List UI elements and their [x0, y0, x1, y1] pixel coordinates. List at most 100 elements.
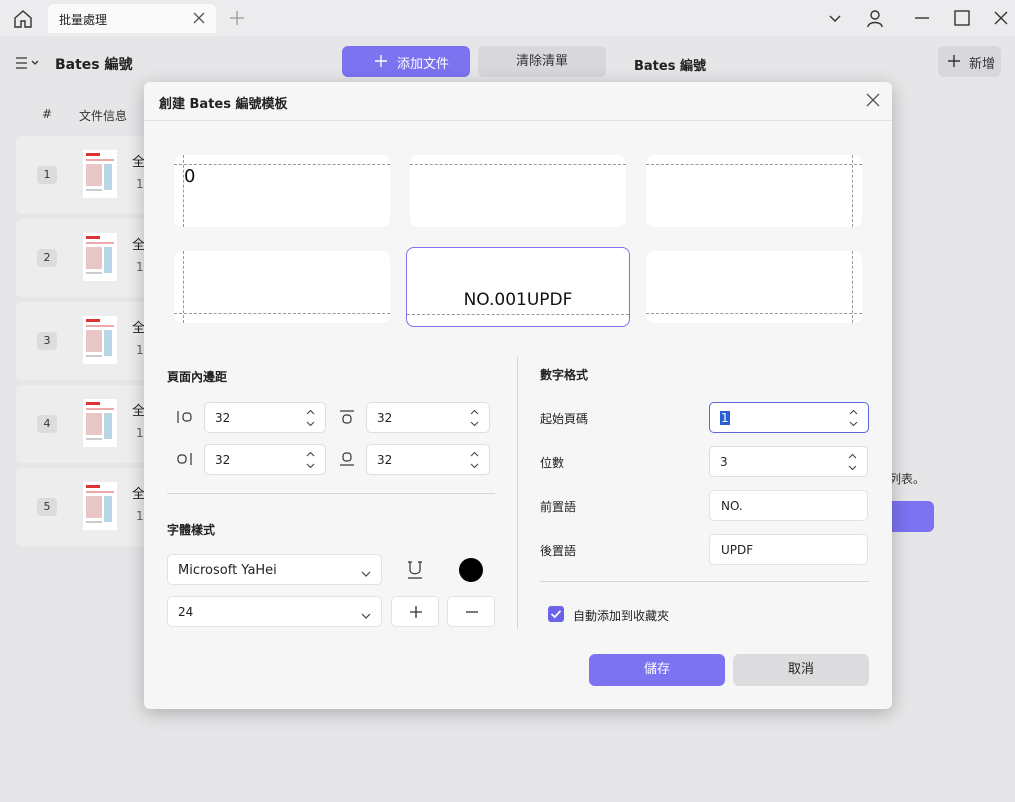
margin-right-value: 32: [215, 453, 231, 467]
close-icon[interactable]: [866, 93, 880, 107]
margin-bottom-value: 32: [377, 453, 393, 467]
margin-left-icon: [177, 410, 193, 424]
file-thumbnail: [83, 482, 117, 530]
file-thumbnail: [83, 399, 117, 447]
suffix-label: 後置語: [540, 544, 577, 558]
underline-icon[interactable]: [406, 560, 424, 580]
clear-list-button[interactable]: 清除清單: [478, 46, 606, 77]
add-files-button[interactable]: 添加文件: [342, 46, 470, 77]
new-template-button[interactable]: 新增: [938, 46, 1001, 77]
divider: [540, 581, 869, 582]
start-page-stepper[interactable]: 1: [709, 402, 869, 433]
row-index: 4: [37, 415, 57, 433]
margin-left-value: 32: [215, 411, 231, 425]
position-bottom-left[interactable]: [174, 251, 390, 323]
auto-add-label: 自動添加到收藏夾: [573, 609, 670, 623]
stepper-arrows-icon[interactable]: [306, 408, 315, 428]
divider: [517, 357, 518, 629]
margin-right-icon: [177, 452, 193, 466]
row-index: 5: [37, 498, 57, 516]
new-template-label: 新增: [969, 57, 996, 72]
preview-bottom-center-text: NO.001UPDF: [463, 290, 573, 310]
file-pages: 1: [136, 343, 144, 357]
tab-close-icon[interactable]: [192, 11, 206, 25]
minus-icon: [466, 611, 478, 613]
cancel-button[interactable]: 取消: [733, 654, 869, 686]
stepper-arrows-icon[interactable]: [470, 450, 479, 470]
suffix-value: UPDF: [721, 543, 754, 557]
stepper-arrows-icon[interactable]: [306, 450, 315, 470]
file-thumbnail: [83, 150, 117, 198]
tab-batch[interactable]: 批量處理: [48, 4, 216, 33]
account-icon[interactable]: [865, 8, 885, 28]
prefix-value: NO.: [721, 499, 743, 513]
menu-icon[interactable]: [15, 55, 41, 71]
create-bates-template-dialog: 創建 Bates 編號模板 0 NO.001UPDF 頁面內邊距 32 32 3…: [144, 82, 892, 709]
row-index: 2: [37, 249, 57, 267]
plus-icon: [374, 54, 388, 68]
panel-title: Bates 編號: [55, 57, 133, 73]
panel-title: Bates 編號: [634, 59, 706, 74]
margin-left-stepper[interactable]: 32: [204, 402, 326, 433]
file-pages: 1: [136, 177, 144, 191]
checkmark-icon: [550, 610, 562, 619]
close-window-icon[interactable]: [991, 8, 1011, 28]
increase-font-button[interactable]: [391, 596, 439, 627]
number-format-section-label: 數字格式: [540, 368, 589, 382]
digits-stepper[interactable]: 3: [709, 446, 868, 477]
prefix-input[interactable]: NO.: [709, 490, 868, 521]
file-thumbnail: [83, 233, 117, 281]
font-style-section-label: 字體樣式: [167, 523, 216, 537]
minimize-icon[interactable]: [912, 8, 932, 28]
divider: [144, 120, 892, 121]
file-pages: 1: [136, 260, 144, 274]
digits-value: 3: [720, 455, 728, 469]
margin-top-stepper[interactable]: 32: [366, 402, 490, 433]
column-info-header: 文件信息: [79, 109, 128, 123]
dialog-title: 創建 Bates 編號模板: [159, 97, 288, 112]
start-page-value: 1: [720, 411, 730, 425]
file-pages: 1: [136, 509, 144, 523]
position-top-left[interactable]: 0: [174, 155, 390, 227]
auto-add-checkbox[interactable]: [548, 606, 564, 622]
file-pages: 1: [136, 426, 144, 440]
chevron-down-icon: [361, 567, 371, 577]
stepper-arrows-icon[interactable]: [470, 408, 479, 428]
font-color-swatch[interactable]: [459, 558, 483, 582]
divider: [167, 493, 495, 494]
position-top-right[interactable]: [646, 155, 862, 227]
row-index: 3: [37, 332, 57, 350]
margin-bottom-stepper[interactable]: 32: [366, 444, 490, 475]
chevron-down-icon[interactable]: [825, 8, 845, 28]
suffix-input[interactable]: UPDF: [709, 534, 868, 565]
start-page-label: 起始頁碼: [540, 412, 589, 426]
file-thumbnail: [83, 316, 117, 364]
home-icon[interactable]: [12, 8, 34, 30]
digits-label: 位數: [540, 456, 565, 470]
decrease-font-button[interactable]: [447, 596, 495, 627]
prefix-label: 前置語: [540, 500, 577, 514]
font-family-value: Microsoft YaHei: [178, 563, 277, 578]
empty-hint-text: 列表。: [889, 472, 926, 486]
margin-right-stepper[interactable]: 32: [204, 444, 326, 475]
chevron-down-icon: [361, 609, 371, 619]
column-number-header: #: [42, 107, 53, 121]
new-tab-icon[interactable]: [229, 10, 245, 26]
margin-bottom-icon: [339, 452, 355, 466]
maximize-icon[interactable]: [952, 8, 972, 28]
stepper-arrows-icon[interactable]: [848, 452, 857, 472]
position-bottom-right[interactable]: [646, 251, 862, 323]
plus-icon: [947, 54, 961, 68]
stepper-arrows-icon[interactable]: [849, 408, 858, 428]
preview-top-left-text: 0: [184, 166, 196, 187]
tab-label: 批量處理: [59, 13, 108, 27]
font-family-select[interactable]: Microsoft YaHei: [167, 554, 382, 585]
save-button[interactable]: 儲存: [589, 654, 725, 686]
position-top-center[interactable]: [410, 155, 626, 227]
margins-section-label: 頁面內邊距: [167, 370, 228, 384]
add-files-label: 添加文件: [397, 57, 450, 72]
title-bar: 批量處理: [0, 0, 1015, 36]
position-bottom-center[interactable]: NO.001UPDF: [406, 247, 630, 327]
font-size-select[interactable]: 24: [167, 596, 382, 627]
margin-top-value: 32: [377, 411, 393, 425]
